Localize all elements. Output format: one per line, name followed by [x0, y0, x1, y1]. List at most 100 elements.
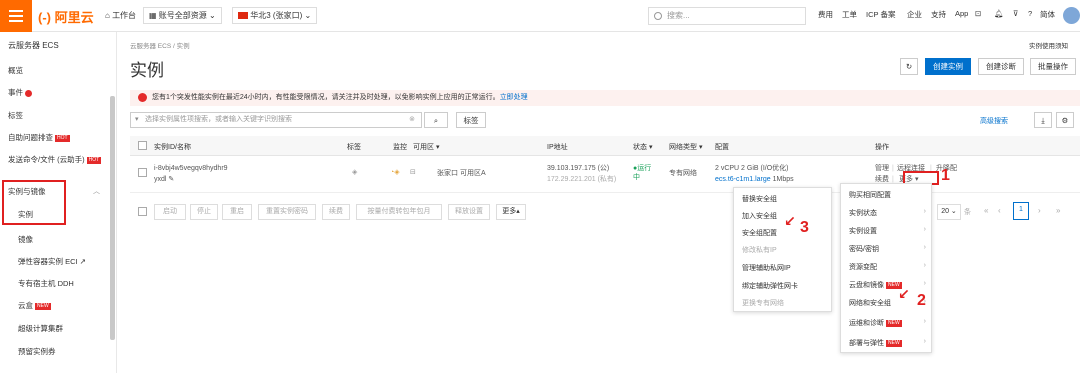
stop-button[interactable]: 停止	[190, 204, 218, 220]
terminal-icon[interactable]: ⊡	[975, 9, 981, 18]
sidebar-item-cloudbox[interactable]: 云盒 NEW	[18, 300, 51, 311]
prev-page-icon[interactable]: ‹	[998, 206, 1001, 215]
monitor-icon[interactable]: ◔◈	[390, 168, 400, 177]
edit-icon[interactable]: ✎	[168, 176, 174, 183]
clear-icon[interactable]: ⊗	[409, 113, 415, 127]
submenu-join-sg[interactable]: 加入安全组	[742, 211, 777, 221]
workbench-link[interactable]: ⌂ 工作台	[105, 8, 136, 24]
annotation-3: 3	[800, 219, 809, 236]
select-all-checkbox[interactable]	[138, 141, 147, 150]
sidebar-item-cloud-assistant[interactable]: 发送命令/文件 (云助手) HOT	[8, 154, 102, 165]
menu-resource-change[interactable]: 资源变配	[849, 262, 877, 272]
language-switch[interactable]: 简体	[1040, 9, 1055, 20]
advanced-search-link[interactable]: 高级搜索	[980, 116, 1008, 126]
account-resources-select[interactable]: ▦ 账号全部资源 ⌄	[143, 7, 222, 24]
batch-select-checkbox[interactable]	[138, 207, 147, 216]
global-search-input[interactable]: 搜索...	[648, 7, 806, 25]
sidebar-item-overview[interactable]: 概览	[8, 65, 23, 76]
zone-value: 张家口 可用区A	[437, 170, 486, 177]
last-page-icon[interactable]: »	[1056, 206, 1060, 215]
more-actions-menu: 购买相同配置 实例状态 › 实例设置 › 密码/密钥 › 资源变配 › 云盘和镜像 NEW…	[840, 183, 932, 353]
usage-guide-link[interactable]: 实例使用须知	[1029, 40, 1068, 50]
first-page-icon[interactable]: «	[984, 206, 988, 215]
refresh-button[interactable]: ↻	[900, 58, 918, 75]
col-instance-id[interactable]: 实例ID/名称	[154, 142, 191, 152]
submenu-modify-private-ip: 修改私有IP	[742, 247, 777, 254]
col-network[interactable]: 网络类型 ▾	[669, 142, 702, 152]
annotation-1: 1	[941, 167, 950, 184]
link-app[interactable]: App	[955, 9, 968, 18]
release-settings-button[interactable]: 释放设置	[448, 204, 490, 220]
aliyun-logo[interactable]: (-) 阿里云	[38, 7, 94, 26]
menu-instance-status[interactable]: 实例状态	[849, 208, 877, 218]
main-content: 云服务器 ECS / 实例 实例 实例使用须知 ↻ 创建实例 创建诊断 批量操作…	[118, 32, 1080, 373]
menu-deploy-elastic[interactable]: 部署与弹性 NEW	[849, 338, 902, 348]
sidebar-item-scc[interactable]: 超级计算集群	[18, 323, 63, 334]
chevron-up-icon[interactable]: ︿	[93, 186, 100, 196]
search-button[interactable]: ⌕	[424, 112, 448, 128]
submenu-secondary-ip[interactable]: 管理辅助私网IP	[742, 263, 791, 273]
sidebar-scrollbar[interactable]	[110, 96, 115, 340]
help-icon[interactable]: ?	[1028, 9, 1032, 18]
next-page-icon[interactable]: ›	[1038, 206, 1041, 215]
sidebar-item-reserved[interactable]: 预留实例券	[18, 346, 56, 357]
tag-icon[interactable]: ◈	[352, 168, 357, 177]
link-tickets[interactable]: 工单	[842, 9, 857, 20]
start-button[interactable]: 启动	[154, 204, 186, 220]
avatar[interactable]	[1063, 7, 1080, 24]
sidebar-item-eci[interactable]: 弹性容器实例 ECI ↗	[18, 256, 86, 267]
link-icp[interactable]: ICP 备案	[866, 9, 895, 20]
annotation-2: 2	[917, 292, 926, 309]
col-zone[interactable]: 可用区 ▾	[413, 142, 439, 152]
menu-password-key[interactable]: 密码/密钥	[849, 244, 879, 254]
chevron-right-icon: ›	[923, 338, 926, 345]
menu-ops-diagnose[interactable]: 运维和诊断 NEW	[849, 318, 902, 328]
manage-link[interactable]: 管理	[875, 164, 889, 173]
chart-icon[interactable]: ⊟	[410, 168, 416, 177]
reset-password-button[interactable]: 重置实例密码	[258, 204, 316, 220]
link-fees[interactable]: 费用	[818, 9, 833, 20]
col-monitor: 监控	[393, 144, 407, 151]
filter-search-input[interactable]: ▾ 选择实例属性项搜索，或者输入关键字识别搜索 ⊗	[130, 112, 422, 128]
submenu-bind-eni[interactable]: 绑定辅助弹性网卡	[742, 281, 798, 291]
restart-button[interactable]: 重启	[222, 204, 252, 220]
sidebar-item-ddh[interactable]: 专有宿主机 DDH	[18, 278, 74, 289]
external-link-icon: ↗	[79, 257, 86, 266]
convert-billing-button[interactable]: 按量付费转包年包月	[356, 204, 442, 220]
region-select[interactable]: 华北3 (张家口) ⌄	[232, 7, 318, 24]
refresh-icon: ↻	[905, 62, 913, 71]
download-icon[interactable]: ⤓	[1034, 112, 1052, 128]
sidebar-item-events[interactable]: 事件	[8, 87, 32, 98]
menu-network-security[interactable]: 网络和安全组	[849, 298, 891, 308]
menu-buy-same[interactable]: 购买相同配置	[849, 190, 891, 200]
menu-icon[interactable]	[0, 0, 32, 32]
menu-instance-settings[interactable]: 实例设置	[849, 226, 877, 236]
row-checkbox[interactable]	[138, 168, 147, 177]
cart-icon[interactable]: ⊽	[1013, 9, 1019, 18]
sidebar-item-troubleshoot[interactable]: 自助问题排查 HOT	[8, 132, 70, 143]
create-diagnosis-button[interactable]: 创建诊断	[978, 58, 1024, 75]
renew-button[interactable]: 续费	[322, 204, 350, 220]
submenu-replace-sg[interactable]: 替换安全组	[742, 194, 777, 204]
col-status[interactable]: 状态 ▾	[633, 142, 652, 152]
link-support[interactable]: 支持	[931, 9, 946, 20]
bell-icon[interactable]: 🔔︎	[994, 9, 1004, 18]
notice-action-link[interactable]: 立即处理	[500, 94, 528, 101]
instance-id-link[interactable]: i-8vbj4w5vegqv8hydhr9	[154, 164, 228, 173]
link-enterprise[interactable]: 企业	[907, 9, 922, 20]
page-size-select[interactable]: 20 ⌄	[937, 204, 961, 220]
breadcrumb[interactable]: 云服务器 ECS / 实例	[130, 40, 190, 50]
tag-filter-button[interactable]: 标签	[456, 112, 486, 128]
batch-operations-button[interactable]: 批量操作	[1030, 58, 1076, 75]
chevron-right-icon: ›	[923, 262, 926, 269]
sidebar-item-tags[interactable]: 标签	[8, 110, 23, 121]
menu-disk-image[interactable]: 云盘和镜像 NEW	[849, 280, 902, 290]
batch-more-button[interactable]: 更多▴	[496, 204, 526, 220]
search-icon	[654, 12, 662, 20]
create-instance-button[interactable]: 创建实例	[925, 58, 971, 75]
submenu-sg-config[interactable]: 安全组配置	[742, 228, 777, 238]
settings-icon[interactable]: ⚙	[1056, 112, 1074, 128]
current-page[interactable]: 1	[1013, 202, 1029, 220]
sidebar-item-images[interactable]: 镜像	[18, 234, 33, 245]
chevron-right-icon: ›	[923, 280, 926, 287]
